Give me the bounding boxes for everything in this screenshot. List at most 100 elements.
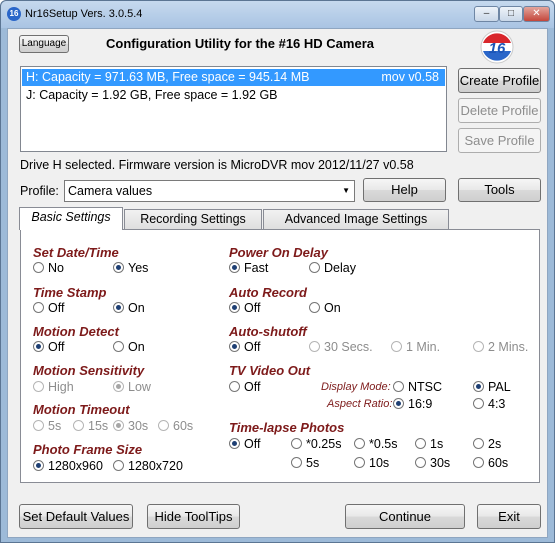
radio-icon (113, 341, 124, 352)
profile-label: Profile: (20, 184, 59, 198)
radio-icon (393, 381, 404, 392)
radio-selected-icon (33, 460, 44, 471)
radio-icon (354, 457, 365, 468)
title-bar[interactable]: 16 Nr16Setup Vers. 3.0.5.4 – □ ✕ (1, 1, 554, 28)
timeout-5s-radio[interactable]: 5s (33, 419, 61, 433)
app-window: 16 Nr16Setup Vers. 3.0.5.4 – □ ✕ Languag… (0, 0, 555, 543)
radio-icon (73, 420, 84, 431)
tab-recording-settings[interactable]: Recording Settings (124, 209, 262, 229)
drive-item-j[interactable]: J: Capacity = 1.92 GB, Free space = 1.92… (22, 87, 445, 104)
display-mode-label: Display Mode: (321, 381, 391, 393)
radio-selected-icon (113, 262, 124, 273)
radio-selected-icon (229, 341, 240, 352)
power-delay-radio[interactable]: Delay (309, 261, 356, 275)
hide-tooltips-button[interactable]: Hide ToolTips (147, 504, 240, 529)
radio-icon (473, 398, 484, 409)
time-stamp-off-radio[interactable]: Off (33, 301, 64, 315)
radio-icon (33, 381, 44, 392)
radio-icon (309, 341, 320, 352)
sensitivity-low-radio[interactable]: Low (113, 380, 151, 394)
radio-selected-icon (113, 381, 124, 392)
continue-button[interactable]: Continue (345, 504, 465, 529)
timelapse-off-radio[interactable]: Off (229, 437, 260, 451)
auto-record-on-radio[interactable]: On (309, 301, 341, 315)
radio-icon (33, 302, 44, 313)
radio-selected-icon (113, 302, 124, 313)
sensitivity-high-radio[interactable]: High (33, 380, 74, 394)
timelapse-10s-radio[interactable]: 10s (354, 456, 389, 470)
motion-detect-title: Motion Detect (33, 324, 119, 339)
timeout-15s-radio[interactable]: 15s (73, 419, 108, 433)
tab-basic-settings[interactable]: Basic Settings (19, 207, 123, 230)
timelapse-30s-radio[interactable]: 30s (415, 456, 450, 470)
auto-record-off-radio[interactable]: Off (229, 301, 260, 315)
radio-selected-icon (393, 398, 404, 409)
set-default-values-button[interactable]: Set Default Values (19, 504, 133, 529)
radio-icon (309, 302, 320, 313)
radio-icon (415, 438, 426, 449)
motion-sensitivity-title: Motion Sensitivity (33, 363, 145, 378)
timelapse-5s-radio[interactable]: 5s (291, 456, 319, 470)
aspect-4-3-radio[interactable]: 4:3 (473, 397, 505, 411)
tv-video-out-title: TV Video Out (229, 363, 311, 378)
radio-icon (309, 262, 320, 273)
radio-selected-icon (33, 341, 44, 352)
create-profile-button[interactable]: Create Profile (458, 68, 541, 93)
profile-select[interactable]: Camera values ▼ (64, 180, 355, 202)
profile-value: Camera values (68, 184, 153, 198)
delete-profile-button[interactable]: Delete Profile (458, 98, 541, 123)
radio-icon (33, 262, 44, 273)
drive-list[interactable]: H: Capacity = 971.63 MB, Free space = 94… (20, 66, 447, 152)
timelapse-0-25s-radio[interactable]: *0.25s (291, 437, 341, 451)
drive-version: mov v0.58 (381, 70, 439, 84)
shutoff-30s-radio[interactable]: 30 Secs. (309, 340, 373, 354)
help-button[interactable]: Help (363, 178, 446, 202)
frame-1280x960-radio[interactable]: 1280x960 (33, 459, 103, 473)
maximize-button[interactable]: □ (499, 6, 523, 22)
timelapse-60s-radio[interactable]: 60s (473, 456, 508, 470)
language-button[interactable]: Language (19, 35, 69, 53)
app-icon: 16 (7, 7, 21, 21)
radio-icon (291, 457, 302, 468)
tv-out-off-radio[interactable]: Off (229, 380, 260, 394)
page-title: Configuration Utility for the #16 HD Cam… (106, 36, 374, 51)
timeout-30s-radio[interactable]: 30s (113, 419, 148, 433)
save-profile-button[interactable]: Save Profile (458, 128, 541, 153)
shutoff-2min-radio[interactable]: 2 Mins. (473, 340, 528, 354)
set-date-no-radio[interactable]: No (33, 261, 64, 275)
timelapse-2s-radio[interactable]: 2s (473, 437, 501, 451)
radio-icon (391, 341, 402, 352)
power-on-delay-title: Power On Delay (229, 245, 328, 260)
time-stamp-on-radio[interactable]: On (113, 301, 145, 315)
radio-icon (473, 438, 484, 449)
tools-button[interactable]: Tools (458, 178, 541, 202)
radio-icon (354, 438, 365, 449)
display-pal-radio[interactable]: PAL (473, 380, 511, 394)
radio-icon (113, 460, 124, 471)
exit-button[interactable]: Exit (477, 504, 541, 529)
radio-selected-icon (113, 420, 124, 431)
drive-item-h[interactable]: H: Capacity = 971.63 MB, Free space = 94… (22, 69, 445, 86)
auto-shutoff-title: Auto-shutoff (229, 324, 307, 339)
tab-advanced-image-settings[interactable]: Advanced Image Settings (263, 209, 449, 229)
motion-detect-on-radio[interactable]: On (113, 340, 145, 354)
close-button[interactable]: ✕ (523, 6, 550, 22)
radio-icon (158, 420, 169, 431)
power-fast-radio[interactable]: Fast (229, 261, 268, 275)
photo-frame-size-title: Photo Frame Size (33, 442, 143, 457)
motion-detect-off-radio[interactable]: Off (33, 340, 64, 354)
frame-1280x720-radio[interactable]: 1280x720 (113, 459, 183, 473)
set-date-yes-radio[interactable]: Yes (113, 261, 148, 275)
display-ntsc-radio[interactable]: NTSC (393, 380, 442, 394)
time-stamp-title: Time Stamp (33, 285, 107, 300)
radio-icon (473, 341, 484, 352)
radio-icon (291, 438, 302, 449)
minimize-button[interactable]: – (474, 6, 499, 22)
timelapse-0-5s-radio[interactable]: *0.5s (354, 437, 398, 451)
aspect-16-9-radio[interactable]: 16:9 (393, 397, 432, 411)
timelapse-1s-radio[interactable]: 1s (415, 437, 443, 451)
timeout-60s-radio[interactable]: 60s (158, 419, 193, 433)
logo-text: 16 (489, 40, 506, 57)
shutoff-1min-radio[interactable]: 1 Min. (391, 340, 440, 354)
shutoff-off-radio[interactable]: Off (229, 340, 260, 354)
